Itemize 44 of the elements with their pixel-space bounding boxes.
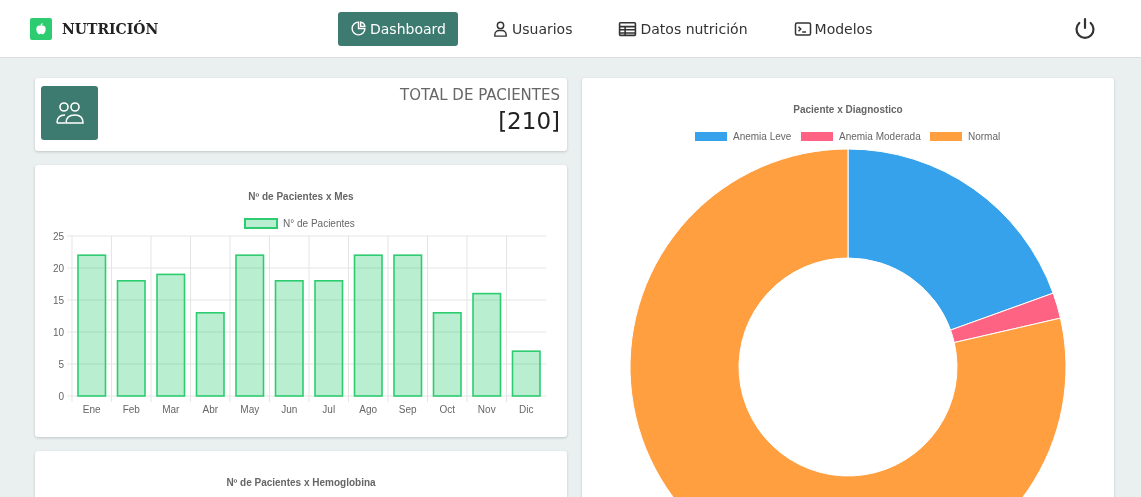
- table-icon: [618, 20, 638, 37]
- x-tick-label: Nov: [477, 404, 496, 415]
- y-tick-label: 10: [52, 326, 64, 338]
- legend-label: Anemia Moderada: [839, 131, 921, 142]
- x-tick-label: Sep: [398, 404, 417, 415]
- x-tick-label: May: [240, 404, 260, 415]
- x-tick-label: Abr: [202, 404, 219, 415]
- legend-label: N° de Pacientes: [283, 218, 355, 229]
- nav-tab[interactable]: Usuarios: [479, 11, 585, 46]
- x-tick-label: Mar: [162, 404, 180, 415]
- chart-title: Paciente x Diagnostico: [793, 104, 903, 115]
- bar: [511, 350, 541, 397]
- legend-swatch: [801, 132, 833, 141]
- x-tick-label: Jul: [322, 404, 336, 415]
- brand-name: NUTRICIÓN: [62, 20, 159, 37]
- nav-tab[interactable]: Modelos: [781, 11, 885, 46]
- legend-swatch: [695, 132, 727, 141]
- user-icon: [491, 19, 509, 38]
- y-tick-label: 20: [52, 262, 64, 274]
- total-label: TOTAL DE PACIENTES: [400, 86, 560, 104]
- apple-logo-icon: [30, 17, 52, 40]
- y-tick-label: 0: [58, 390, 64, 402]
- x-tick-label: Dic: [519, 404, 534, 415]
- y-tick-label: 5: [58, 358, 64, 370]
- chart-title: Nº de Pacientes x Hemoglobina: [226, 477, 376, 489]
- legend-swatch: [244, 218, 278, 229]
- y-tick-label: 15: [52, 294, 64, 306]
- users-icon: [41, 86, 98, 140]
- legend-swatch: [930, 132, 962, 141]
- y-tick-label: 25: [52, 230, 64, 242]
- legend-label: Anemia Leve: [733, 131, 792, 142]
- x-tick-label: Ene: [82, 404, 101, 415]
- x-tick-label: Jun: [281, 404, 298, 415]
- pie-chart-icon: [350, 20, 367, 37]
- x-tick-label: Ago: [359, 404, 378, 415]
- nav-tab[interactable]: Dashboard: [338, 11, 458, 46]
- x-tick-label: Oct: [439, 404, 456, 415]
- nav-tab[interactable]: Datos nutrición: [606, 11, 760, 46]
- legend-label: Normal: [968, 131, 1001, 142]
- power-icon[interactable]: [1073, 16, 1097, 41]
- terminal-icon: [793, 20, 812, 37]
- chart-title: Nº de Pacientes x Mes: [248, 191, 354, 202]
- total-value: [210]: [498, 108, 560, 134]
- x-tick-label: Feb: [122, 404, 140, 415]
